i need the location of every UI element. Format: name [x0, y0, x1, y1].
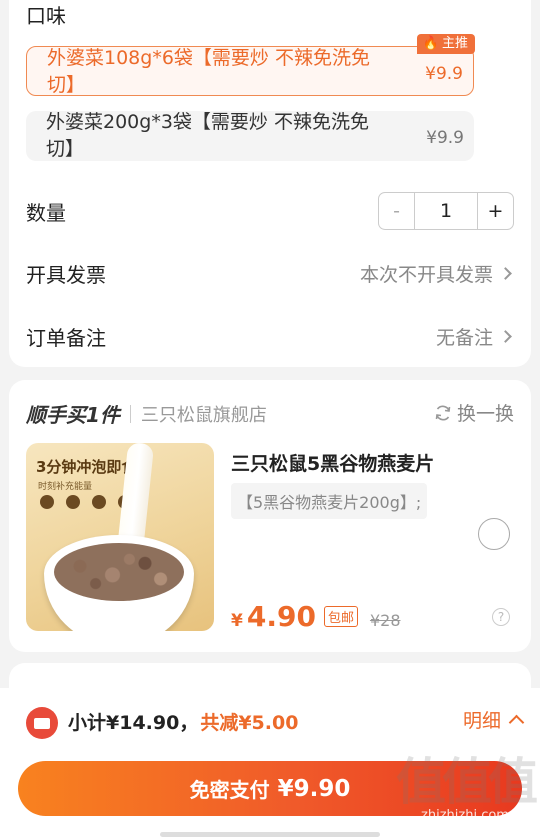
flavor-option-1[interactable]: 外婆菜108g*6袋【需要炒 不辣免洗免切】 ¥9.9 🔥 主推	[26, 34, 475, 96]
subtotal-text: 小计¥14.90，	[68, 712, 199, 734]
flavor-option-2[interactable]: 外婆菜200g*3袋【需要炒 不辣免洗免切】 ¥9.9	[26, 111, 474, 161]
chevron-right-icon	[499, 329, 512, 343]
quantity-label: 数量	[26, 200, 66, 225]
pay-label: 免密支付	[189, 778, 270, 802]
flavor-option-text: 外婆菜200g*3袋【需要炒 不辣免洗免切】	[46, 111, 369, 160]
watermark-logo: 值值值	[396, 753, 538, 811]
quantity-value[interactable]: 1	[415, 193, 477, 229]
pay-amount: ¥9.90	[277, 775, 351, 802]
product-price-row: ¥ 4.90 包邮 ¥28	[231, 600, 401, 633]
product-image-subtitle: 时刻补充能量	[38, 482, 93, 492]
quantity-row: 数量 - 1 +	[26, 191, 514, 231]
chevron-right-icon	[499, 266, 512, 280]
price-currency: ¥	[231, 611, 243, 631]
swap-button[interactable]: 换一换	[434, 399, 514, 426]
quantity-minus-button[interactable]: -	[379, 193, 415, 229]
remark-row[interactable]: 订单备注 无备注	[26, 316, 514, 356]
coupon-icon	[26, 707, 58, 739]
invoice-row[interactable]: 开具发票 本次不开具发票	[26, 253, 514, 293]
flavor-option-price: ¥9.9	[425, 64, 463, 84]
product-price: 4.90	[246, 600, 316, 633]
discount-text: 共减¥5.00	[200, 712, 299, 734]
fire-icon: 🔥	[422, 36, 439, 51]
chevron-up-icon	[508, 714, 525, 731]
addon-select-radio[interactable]	[478, 518, 510, 550]
product-name[interactable]: 三只松鼠5黑谷物燕麦片	[231, 449, 434, 476]
addon-title: 顺手买1件	[26, 403, 120, 427]
help-icon[interactable]: ?	[492, 608, 510, 626]
refresh-icon	[435, 405, 451, 420]
product-image-title: 3分钟冲泡即食	[36, 458, 137, 476]
home-indicator[interactable]	[160, 832, 380, 837]
product-image[interactable]: 3分钟冲泡即食 时刻补充能量	[26, 443, 214, 631]
swap-label: 换一换	[456, 403, 514, 425]
invoice-value: 本次不开具发票	[359, 263, 493, 286]
recommended-badge: 🔥 主推	[416, 34, 475, 54]
quantity-plus-button[interactable]: +	[477, 193, 513, 229]
quantity-stepper: - 1 +	[378, 192, 514, 230]
original-price: ¥28	[369, 611, 401, 630]
divider	[129, 404, 131, 423]
invoice-label: 开具发票	[26, 262, 106, 287]
addon-card: 顺手买1件 三只松鼠旗舰店 换一换 3分钟冲泡即食 时刻补充能量 三只松鼠5黑谷…	[9, 380, 531, 652]
subtotal-summary: 小计¥14.90， 共减¥5.00	[68, 708, 298, 735]
oats-graphic	[54, 543, 184, 601]
detail-toggle[interactable]: 明细	[462, 706, 525, 733]
flavor-section-label: 口味	[26, 4, 66, 28]
order-options-card: 口味 外婆菜108g*6袋【需要炒 不辣免洗免切】 ¥9.9 🔥 主推 外婆菜2…	[9, 0, 531, 367]
flavor-option-text: 外婆菜108g*6袋【需要炒 不辣免洗免切】	[47, 47, 370, 96]
addon-header: 顺手买1件 三只松鼠旗舰店	[26, 399, 267, 428]
shop-name: 三只松鼠旗舰店	[140, 404, 267, 426]
remark-label: 订单备注	[26, 325, 106, 350]
product-feature-icons	[40, 495, 132, 509]
product-spec[interactable]: 【5黑谷物燕麦片200g】;	[231, 483, 428, 519]
flavor-option-price: ¥9.9	[426, 128, 464, 148]
watermark: 值值值 zhizhizhi.com	[396, 753, 538, 823]
free-shipping-tag: 包邮	[323, 606, 358, 627]
detail-label: 明细	[462, 710, 501, 732]
remark-value: 无备注	[435, 326, 493, 349]
recommended-badge-label: 主推	[441, 36, 468, 51]
